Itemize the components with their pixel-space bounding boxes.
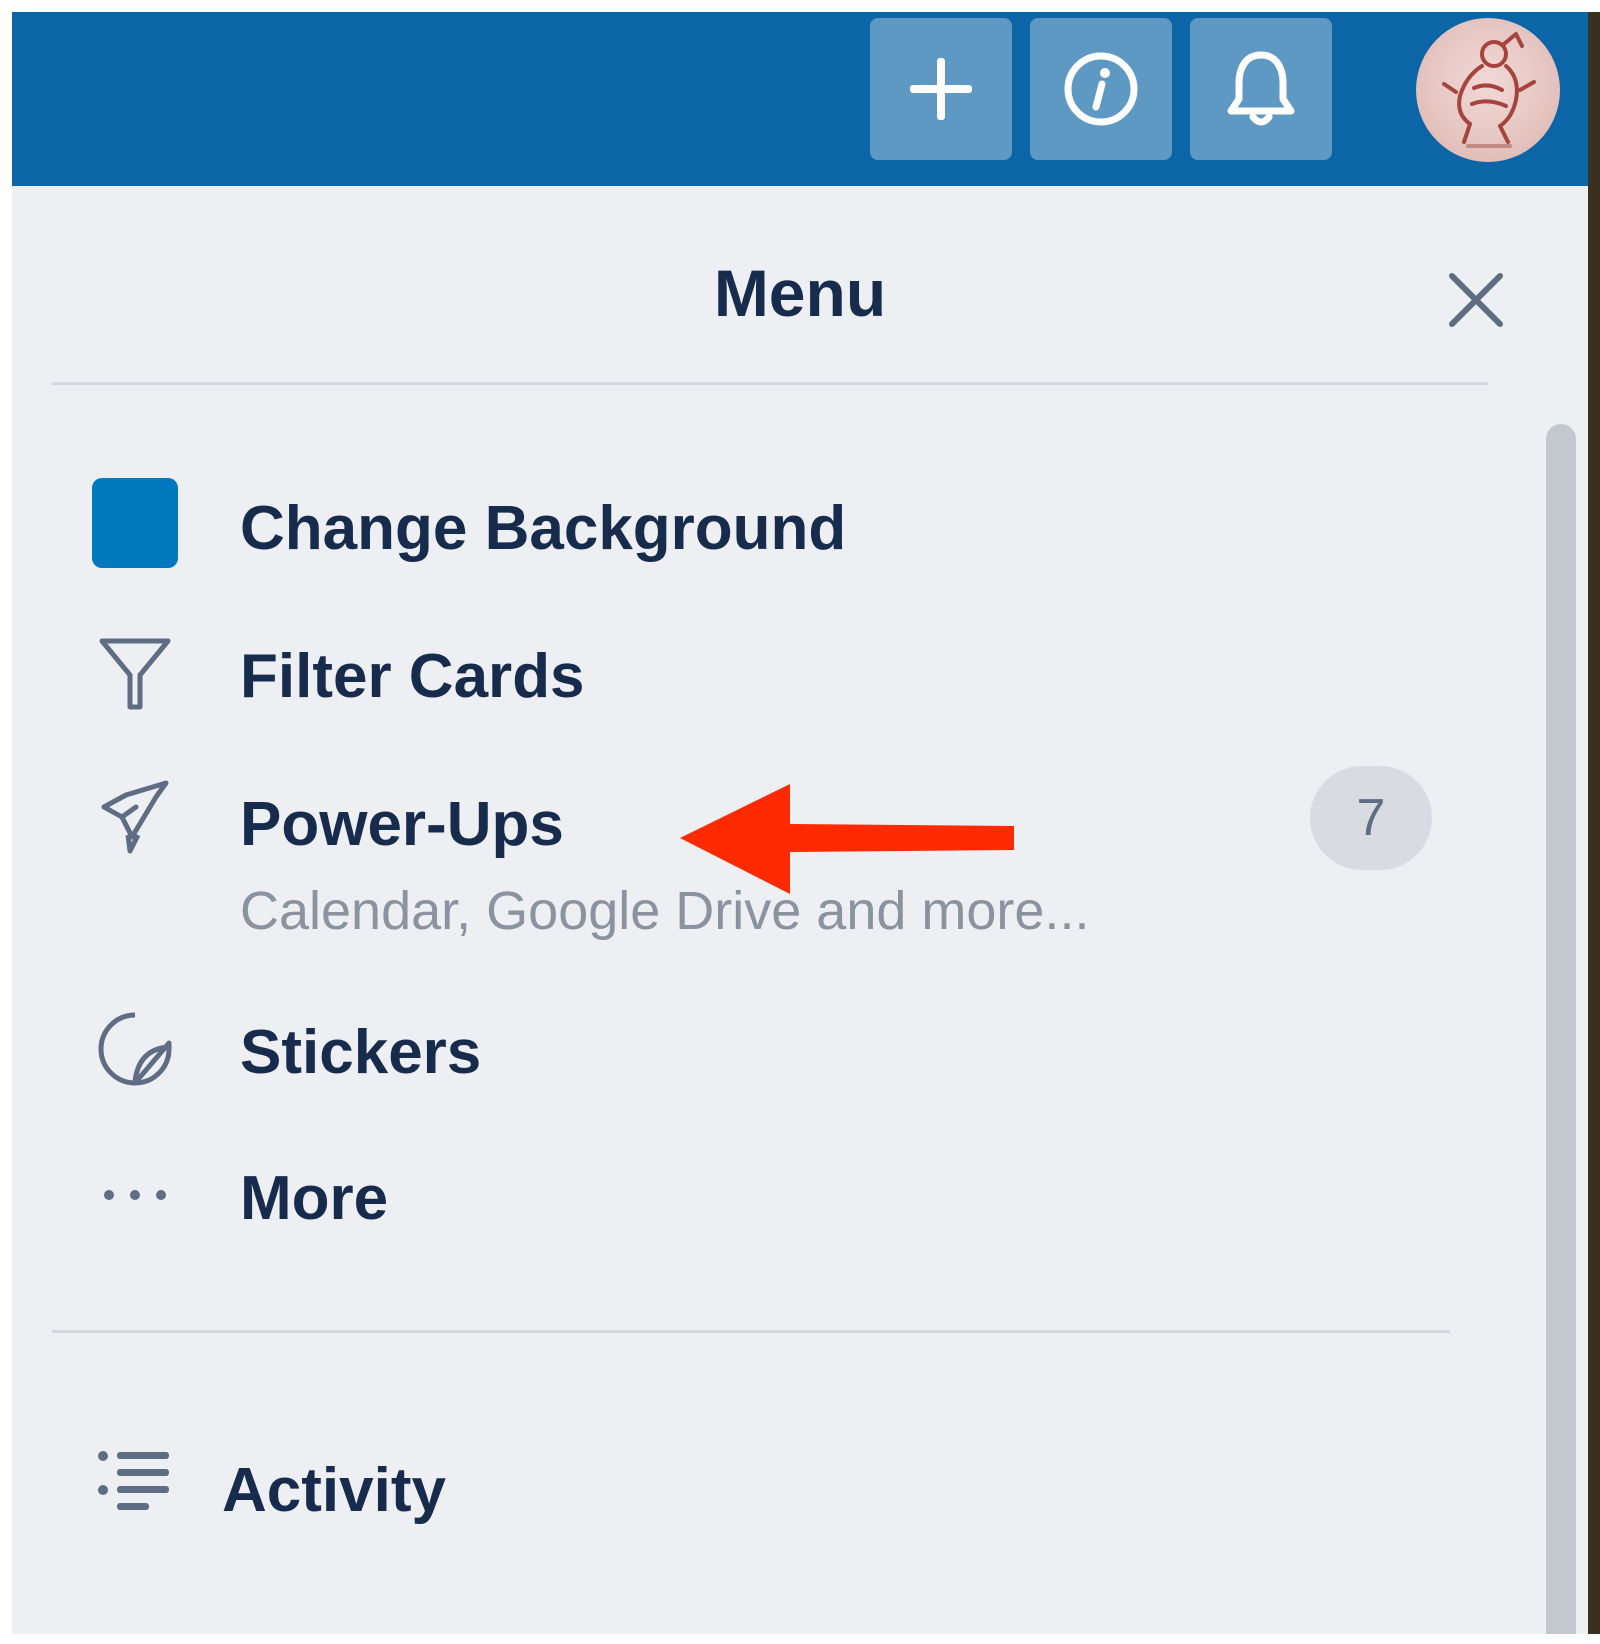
background-swatch-wrap xyxy=(92,478,178,568)
menu-item-activity[interactable]: Activity xyxy=(52,1432,1512,1532)
info-icon xyxy=(1064,52,1138,126)
annotation-arrow xyxy=(680,784,1014,894)
plus-icon xyxy=(910,58,972,120)
menu-item-label: Filter Cards xyxy=(240,642,585,711)
menu-item-filter-cards[interactable]: Filter Cards xyxy=(52,626,1512,722)
more-icon-wrap xyxy=(92,1152,178,1238)
menu-item-label: More xyxy=(240,1164,389,1233)
menu-item-label: Change Background xyxy=(240,494,847,563)
filter-icon xyxy=(99,638,171,710)
filter-icon-wrap xyxy=(92,630,178,716)
create-button[interactable] xyxy=(870,18,1012,160)
scrollbar[interactable] xyxy=(1546,424,1576,1634)
sticker-icon-wrap xyxy=(92,1006,178,1092)
app-window: Menu Change Background Filter Cards Powe… xyxy=(12,12,1588,1634)
panel-title: Menu xyxy=(713,256,887,330)
menu-item-change-background[interactable]: Change Background xyxy=(52,478,1512,576)
close-icon[interactable] xyxy=(1444,268,1508,332)
activity-icon xyxy=(98,1451,169,1510)
notifications-button[interactable] xyxy=(1190,18,1332,160)
bell-icon xyxy=(1227,51,1295,126)
rocket-icon-wrap xyxy=(92,774,178,860)
board-header xyxy=(12,12,1588,186)
rocket-icon xyxy=(101,780,169,854)
menu-item-label: Stickers xyxy=(240,1018,482,1087)
menu-item-stickers[interactable]: Stickers xyxy=(52,1002,1512,1098)
bottom-divider xyxy=(52,1330,1450,1333)
activity-icon-wrap xyxy=(92,1440,178,1526)
more-icon xyxy=(104,1190,166,1200)
info-button[interactable] xyxy=(1030,18,1172,160)
background-edge xyxy=(1588,12,1600,1634)
power-ups-count-badge: 7 xyxy=(1310,766,1432,870)
menu-item-label: Power-Ups xyxy=(240,790,564,859)
menu-item-label: Activity xyxy=(222,1456,446,1525)
avatar-illustration xyxy=(1442,32,1536,148)
menu-item-more[interactable]: More xyxy=(52,1148,1512,1244)
sticker-icon xyxy=(98,1012,172,1086)
top-divider xyxy=(52,382,1488,385)
background-swatch xyxy=(92,478,178,568)
user-avatar[interactable] xyxy=(1416,18,1560,162)
